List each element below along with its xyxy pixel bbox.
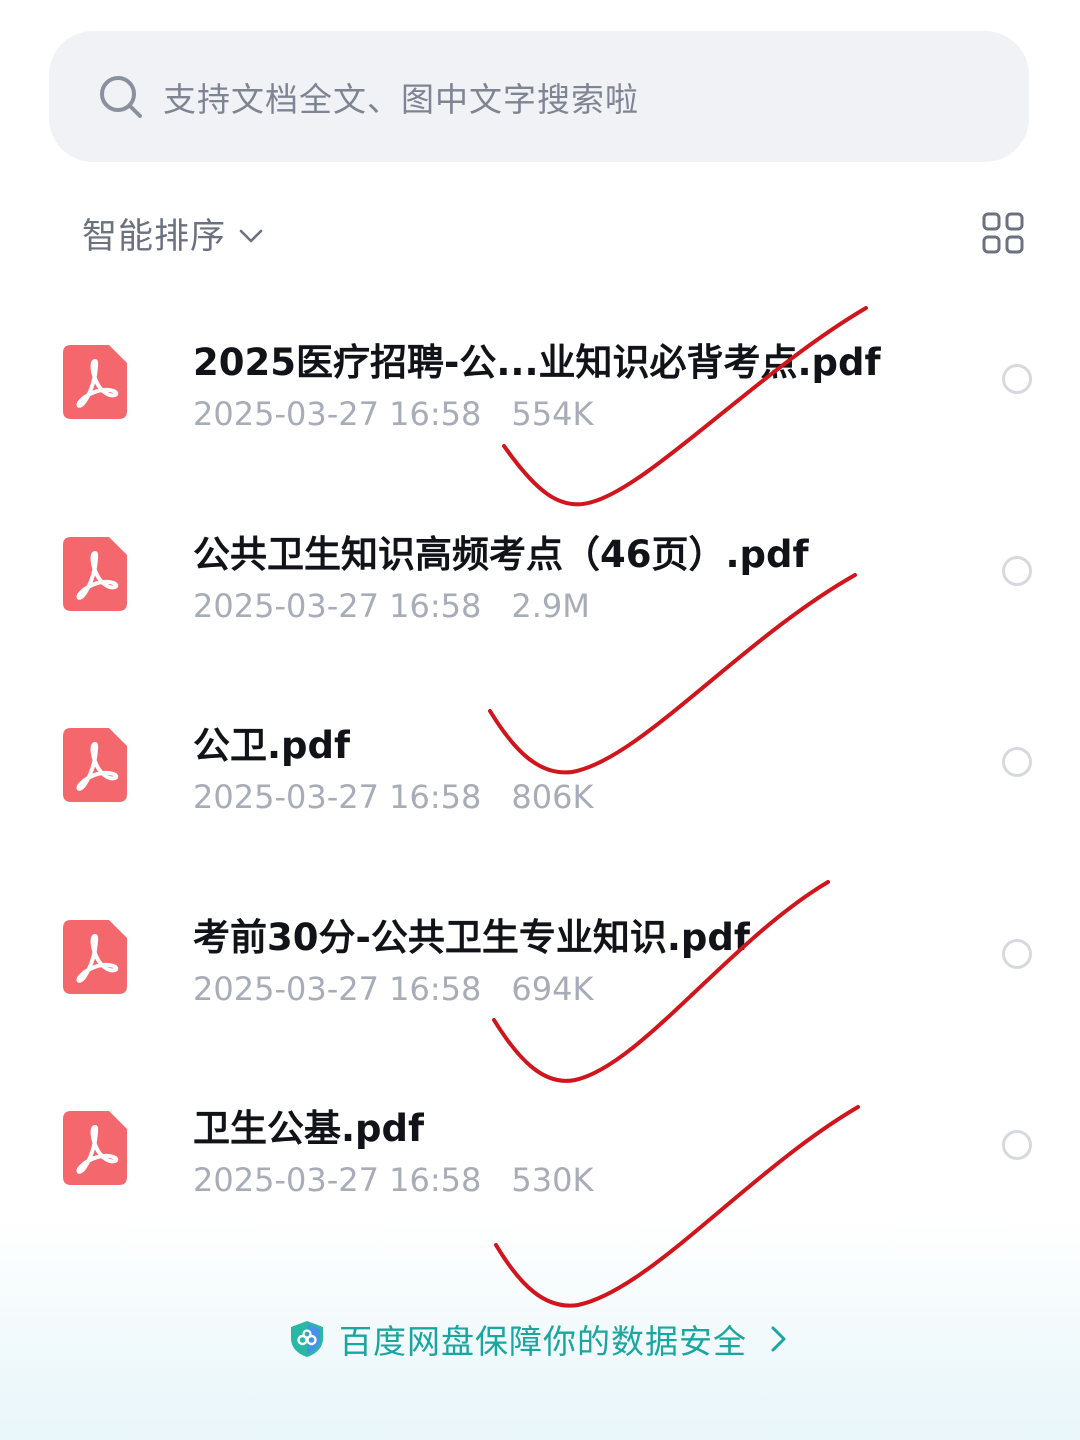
- file-datetime: 2025-03-27 16:58: [193, 586, 482, 625]
- pdf-icon: [63, 536, 127, 611]
- pdf-icon: [63, 1111, 127, 1185]
- select-radio[interactable]: [1002, 555, 1032, 586]
- shield-icon: [291, 1321, 323, 1357]
- grid-view-icon[interactable]: [982, 212, 1024, 254]
- file-datetime: 2025-03-27 16:58: [193, 1161, 482, 1199]
- sort-selector[interactable]: 智能排序: [82, 208, 266, 259]
- security-text: 百度网盘保障你的数据安全: [339, 1322, 747, 1361]
- file-row[interactable]: 公共卫生知识高频考点（46页）.pdf 2025-03-27 16:58 2.9M: [0, 477, 1080, 669]
- file-row[interactable]: 2025医疗招聘-公...业知识必背考点.pdf 2025-03-27 16:5…: [0, 285, 1080, 477]
- search-bar[interactable]: 支持文档全文、图中文字搜索啦: [49, 31, 1029, 162]
- file-name: 公共卫生知识高频考点（46页）.pdf: [193, 532, 809, 576]
- file-meta: 2025-03-27 16:58 554K: [193, 395, 593, 433]
- select-radio[interactable]: [1002, 747, 1032, 777]
- file-meta: 2025-03-27 16:58 2.9M: [193, 587, 590, 625]
- select-radio[interactable]: [1002, 938, 1032, 969]
- file-name: 考前30分-公共卫生专业知识.pdf: [193, 915, 750, 959]
- file-meta: 2025-03-27 16:58 530K: [193, 1161, 593, 1199]
- pdf-icon: [63, 919, 127, 994]
- chevron-right-icon: [771, 1326, 786, 1352]
- file-meta: 2025-03-27 16:58 806K: [193, 778, 593, 816]
- search-icon: [100, 75, 142, 118]
- chevron-down-icon: [239, 229, 263, 242]
- sort-label: 智能排序: [82, 217, 227, 257]
- file-row[interactable]: 考前30分-公共卫生专业知识.pdf 2025-03-27 16:58 694K: [0, 860, 1080, 1052]
- file-name: 2025医疗招聘-公...业知识必背考点.pdf: [193, 341, 881, 384]
- select-radio[interactable]: [1002, 364, 1032, 394]
- file-name: 卫生公基.pdf: [193, 1107, 425, 1150]
- file-datetime: 2025-03-27 16:58: [193, 778, 482, 816]
- file-size: 694K: [511, 969, 594, 1008]
- search-placeholder: 支持文档全文、图中文字搜索啦: [163, 79, 639, 119]
- file-size: 530K: [511, 1161, 594, 1199]
- file-row[interactable]: 卫生公基.pdf 2025-03-27 16:58 530K: [0, 1051, 1080, 1243]
- file-datetime: 2025-03-27 16:58: [193, 969, 482, 1008]
- pdf-icon: [63, 345, 127, 419]
- file-size: 554K: [511, 395, 594, 433]
- pdf-icon: [63, 728, 127, 802]
- select-radio[interactable]: [1002, 1130, 1032, 1160]
- file-row[interactable]: 公卫.pdf 2025-03-27 16:58 806K: [0, 668, 1080, 860]
- file-list-page: 支持文档全文、图中文字搜索啦 智能排序 2025医疗招聘-公...业知识必背考点…: [0, 0, 1080, 1440]
- file-meta: 2025-03-27 16:58 694K: [193, 970, 593, 1008]
- file-size: 806K: [511, 778, 594, 816]
- file-size: 2.9M: [511, 586, 590, 625]
- file-list: 2025医疗招聘-公...业知识必背考点.pdf 2025-03-27 16:5…: [0, 285, 1080, 1243]
- file-datetime: 2025-03-27 16:58: [193, 395, 482, 433]
- security-banner[interactable]: 百度网盘保障你的数据安全: [0, 1315, 1080, 1363]
- file-name: 公卫.pdf: [193, 724, 351, 767]
